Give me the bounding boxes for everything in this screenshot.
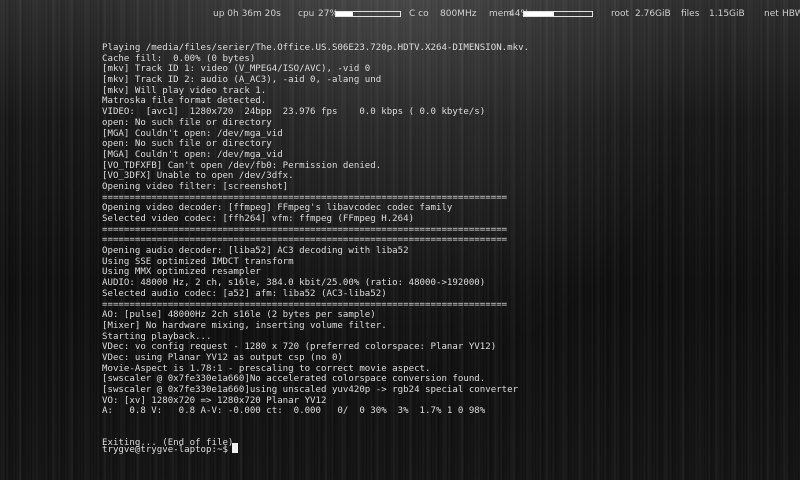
terminal-line: Starting playback... bbox=[102, 331, 212, 342]
uptime-readout: up 0h 36m 20s bbox=[213, 9, 281, 19]
terminal-line: Playing /media/files/serier/The.Office.U… bbox=[102, 43, 530, 53]
terminal-line: A: 0.8 V: 0.8 A-V: -0.000 ct: 0.000 0/ 0… bbox=[102, 406, 486, 417]
terminal-line: [mkv] Track ID 2: audio (A_AC3), -aid 0,… bbox=[102, 75, 382, 86]
network-label: net bbox=[764, 9, 779, 19]
terminal-line: ========================================… bbox=[102, 192, 508, 203]
terminal-line: ========================================… bbox=[102, 299, 508, 310]
conky-status-bar: up 0h 36m 20s cpu 27% C co 800MHz mem 44… bbox=[0, 6, 800, 22]
cpu-frequency-value: 800MHz bbox=[440, 9, 477, 19]
memory-usage-fill bbox=[524, 12, 554, 16]
root-disk-value: 2.76GiB bbox=[635, 9, 671, 19]
memory-usage-bar bbox=[523, 11, 593, 17]
terminal-line: [mkv] Will play video track 1. bbox=[102, 85, 267, 96]
terminal-line: [MGA] Couldn't open: /dev/mga_vid bbox=[102, 149, 283, 160]
terminal-line: [MGA] Couldn't open: /dev/mga_vid bbox=[102, 128, 283, 139]
terminal-line: Matroska file format detected. bbox=[102, 96, 267, 107]
root-disk-label: root bbox=[611, 9, 630, 19]
terminal-line: VDec: vo config request - 1280 x 720 (pr… bbox=[102, 342, 497, 353]
text-cursor bbox=[231, 443, 238, 453]
terminal-line: [mkv] Track ID 1: video (V_MPEG4/ISO/AVC… bbox=[102, 64, 371, 75]
terminal-line: [VO_3DFX] Unable to open /dev/3dfx. bbox=[102, 171, 294, 182]
terminal-line: open: No such file or directory bbox=[102, 117, 272, 128]
files-disk-label: files bbox=[681, 9, 700, 19]
terminal-line: Opening audio decoder: [liba52] AC3 deco… bbox=[102, 246, 409, 257]
cpu-usage-fill bbox=[336, 12, 354, 16]
cpu-label: cpu bbox=[298, 9, 315, 19]
files-disk-value: 1.15GiB bbox=[709, 9, 745, 19]
terminal-line: Using MMX optimized resampler bbox=[102, 267, 261, 278]
terminal-output[interactable]: Playing /media/files/serier/The.Office.U… bbox=[102, 43, 792, 449]
terminal-line: Cache fill: 0.00% (0 bytes) bbox=[102, 53, 256, 64]
terminal-line: Using SSE optimized IMDCT transform bbox=[102, 256, 294, 267]
terminal-line: Opening video decoder: [ffmpeg] FFmpeg's… bbox=[102, 203, 453, 214]
terminal-line: [Mixer] No hardware mixing, inserting vo… bbox=[102, 320, 387, 331]
terminal-line: open: No such file or directory bbox=[102, 139, 272, 150]
terminal-prompt-line[interactable]: trygve@trygve-laptop:~$ bbox=[102, 443, 238, 456]
terminal-line: [swscaler @ 0x7fe330e1a660]No accelerate… bbox=[102, 374, 486, 385]
terminal-line: Selected audio codec: [a52] afm: liba52 … bbox=[102, 288, 387, 299]
terminal-line: VIDEO: [avc1] 1280x720 24bpp 23.976 fps … bbox=[102, 107, 486, 118]
terminal-line: VO: [xv] 1280x720 => 1280x720 Planar YV1… bbox=[102, 395, 327, 406]
terminal-line: AUDIO: 48000 Hz, 2 ch, s16le, 384.0 kbit… bbox=[102, 278, 486, 289]
terminal-line: Opening video filter: [screenshot] bbox=[102, 181, 289, 192]
terminal-line: ========================================… bbox=[102, 235, 508, 246]
cpu-frequency-label: C co bbox=[409, 9, 429, 19]
terminal-line: AO: [pulse] 48000Hz 2ch s16le (2 bytes p… bbox=[102, 310, 376, 321]
terminal-line: Movie-Aspect is 1.78:1 - prescaling to c… bbox=[102, 363, 431, 374]
terminal-line: Selected video codec: [ffh264] vfm: ffmp… bbox=[102, 214, 415, 224]
cpu-usage-bar bbox=[335, 11, 401, 17]
terminal-line: [swscaler @ 0x7fe330e1a660]using unscale… bbox=[102, 385, 519, 395]
terminal-line: VDec: using Planar YV12 as output csp (n… bbox=[102, 352, 343, 363]
network-value: HBW bbox=[782, 9, 800, 19]
terminal-line: [VO_TDFXFB] Can't open /dev/fb0: Permiss… bbox=[102, 160, 382, 171]
terminal-line: ========================================… bbox=[102, 224, 508, 235]
shell-prompt: trygve@trygve-laptop:~$ bbox=[102, 445, 228, 455]
